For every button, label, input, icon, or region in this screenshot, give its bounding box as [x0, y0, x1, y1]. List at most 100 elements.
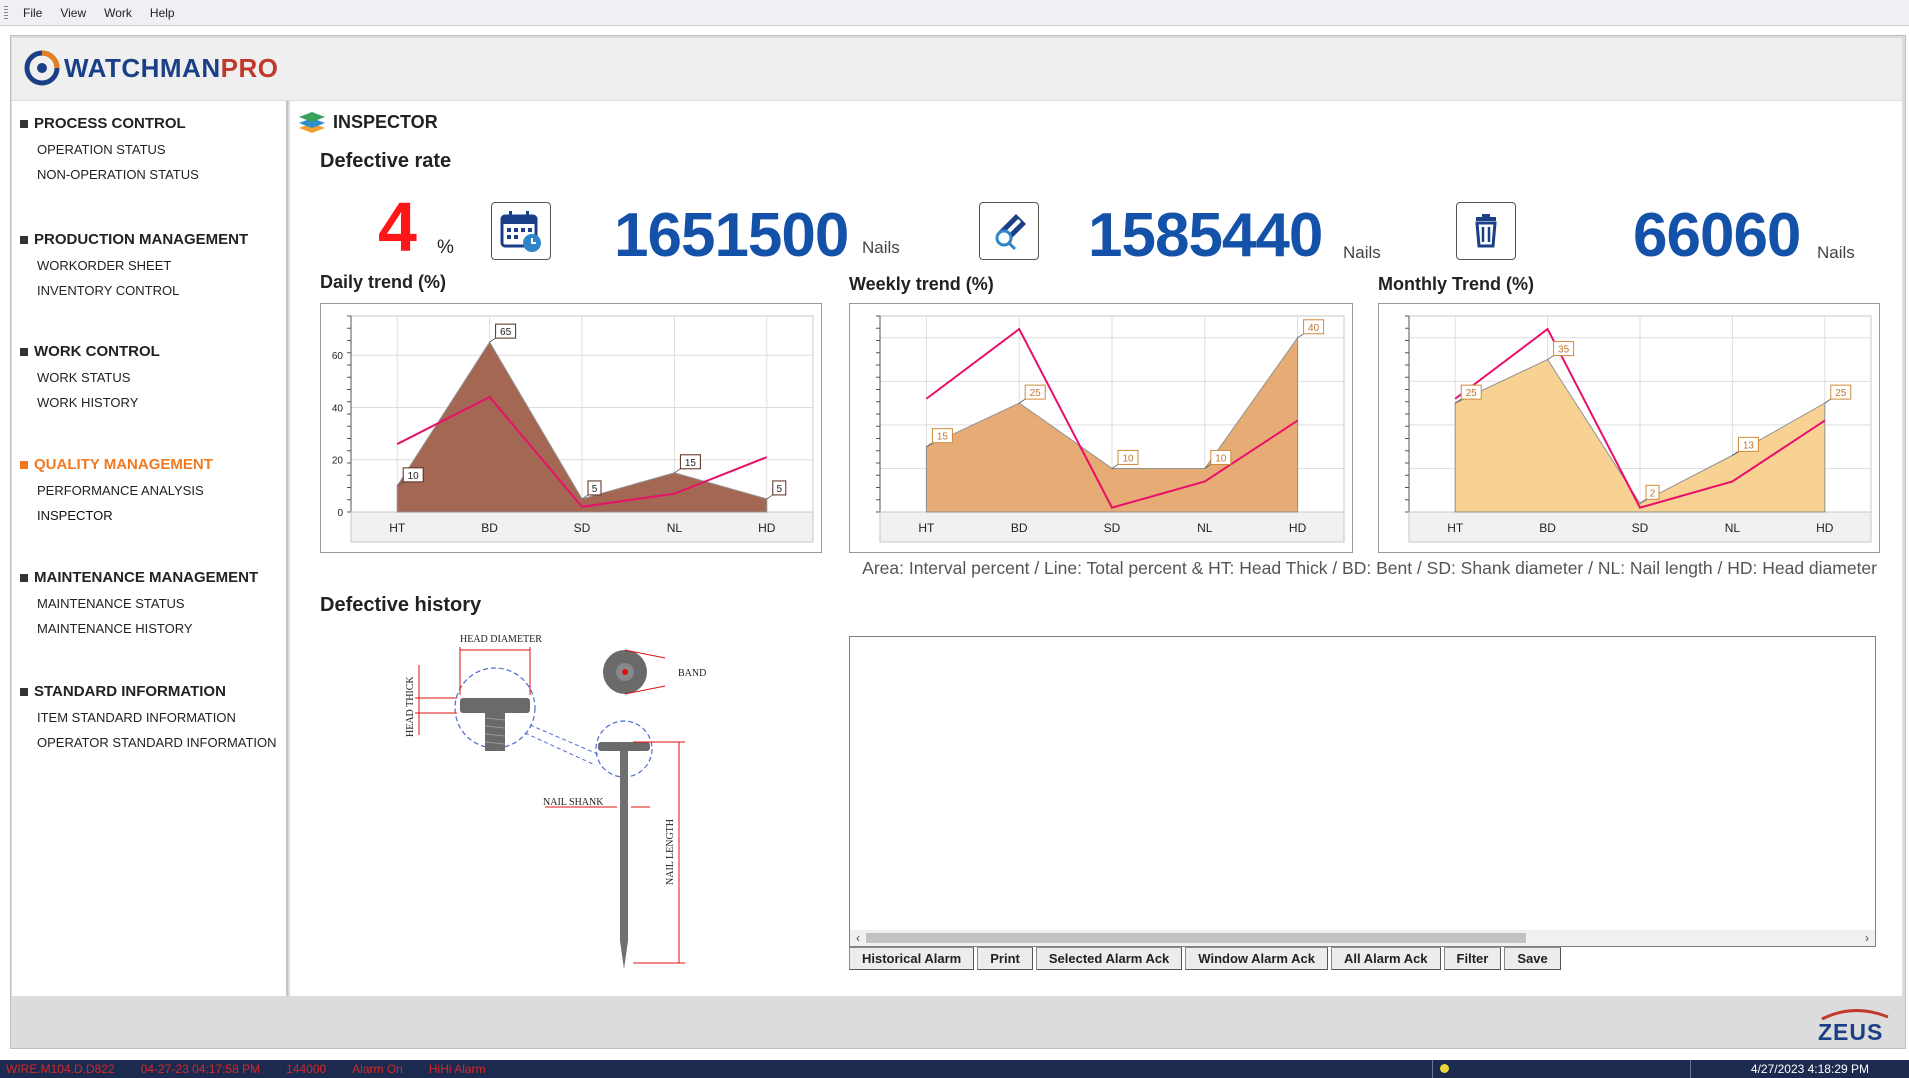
app-header	[12, 38, 1902, 100]
y-tick-label: 40	[332, 403, 344, 414]
status-state: Alarm On	[352, 1062, 403, 1076]
data-label-text: 15	[937, 432, 949, 443]
scroll-right-icon[interactable]: ›	[1859, 930, 1875, 946]
sidebar: PROCESS CONTROL OPERATION STATUS NON-OPE…	[12, 101, 288, 996]
section-label: WORK CONTROL	[34, 343, 160, 360]
x-tick-label: HT	[389, 521, 406, 535]
historical-alarm-button[interactable]: Historical Alarm	[849, 947, 975, 970]
sidebar-section-production-management: PRODUCTION MANAGEMENT WORKORDER SHEET IN…	[20, 231, 248, 298]
square-bullet-icon	[20, 119, 28, 128]
filter-button[interactable]: Filter	[1443, 947, 1502, 970]
menu-view[interactable]: View	[51, 6, 95, 20]
defect-nails-value: 66060	[1633, 201, 1801, 270]
section-label: PRODUCTION MANAGEMENT	[34, 231, 249, 248]
x-tick-label: SD	[1104, 521, 1121, 535]
sidebar-section-title[interactable]: WORK CONTROL	[20, 343, 160, 360]
nail-diagram: HEAD DIAMETER HEAD THICK BAND NAIL SHANK…	[405, 634, 706, 969]
band-label: BAND	[678, 668, 706, 679]
data-label-text: 25	[1030, 388, 1042, 399]
defect-percent-value: 4	[378, 188, 417, 266]
daily-trend-chart: 10 65 5 15 5 HT BD SD NL HD 0 20 40 60	[320, 303, 822, 553]
zeus-logo: ZEUS	[1814, 1005, 1894, 1048]
chart-legend-text: Area: Interval percent / Line: Total per…	[862, 558, 1877, 578]
menu-work[interactable]: Work	[95, 6, 141, 20]
status-value: 144000	[286, 1062, 327, 1076]
nail-length-label: NAIL LENGTH	[665, 819, 676, 885]
all-alarm-ack-button[interactable]: All Alarm Ack	[1330, 947, 1441, 970]
menu-file[interactable]: File	[14, 6, 51, 20]
delete-button[interactable]	[1456, 202, 1516, 260]
x-tick-label: NL	[667, 521, 683, 535]
x-tick-label: HD	[1816, 521, 1834, 535]
status-indicator-icon	[1440, 1064, 1449, 1073]
defect-percent-sign: %	[437, 237, 454, 258]
status-divider	[1690, 1060, 1691, 1078]
sidebar-item-non-operation-status[interactable]: NON-OPERATION STATUS	[37, 167, 199, 182]
sidebar-item-work-status[interactable]: WORK STATUS	[37, 370, 160, 385]
sidebar-item-item-standard-information[interactable]: ITEM STANDARD INFORMATION	[37, 710, 277, 725]
y-tick-label: 0	[337, 508, 343, 519]
calendar-button[interactable]	[491, 202, 551, 260]
sidebar-item-maintenance-status[interactable]: MAINTENANCE STATUS	[37, 596, 258, 611]
head-thick-label: HEAD THICK	[405, 676, 416, 737]
y-tick-label: 60	[332, 351, 344, 362]
window-alarm-ack-button[interactable]: Window Alarm Ack	[1185, 947, 1328, 970]
calendar-clock-icon	[500, 211, 541, 252]
daily-trend-svg: 10 65 5 15 5 HT BD SD NL HD 0 20 40 60	[332, 315, 814, 543]
section-label: QUALITY MANAGEMENT	[34, 456, 213, 473]
total-nails-unit: Nails	[862, 238, 900, 257]
selected-alarm-ack-button[interactable]: Selected Alarm Ack	[1035, 947, 1183, 970]
save-button[interactable]: Save	[1504, 947, 1561, 970]
status-tag: WIRE.M104.D.D822	[6, 1062, 115, 1076]
defect-nails-unit: Nails	[1817, 243, 1855, 262]
status-bar: WIRE.M104.D.D822 04-27-23 04:17:58 PM 14…	[0, 1060, 1909, 1078]
x-tick-label: HT	[918, 521, 935, 535]
status-divider	[1432, 1060, 1433, 1078]
defective-rate-heading: Defective rate	[320, 150, 452, 172]
alarm-list-panel[interactable]: ‹ ›	[849, 636, 1876, 947]
monthly-trend-chart: 25 35 2 13 25 HT BD SD NL HD	[1378, 303, 1880, 553]
sidebar-section-standard-information: STANDARD INFORMATION ITEM STANDARD INFOR…	[20, 683, 277, 750]
logo-text-a: WATCHMAN	[64, 52, 221, 83]
sidebar-section-process-control: PROCESS CONTROL OPERATION STATUS NON-OPE…	[20, 115, 199, 182]
weekly-trend-svg: 15 25 10 10 40 HT BD SD NL HD	[876, 315, 1345, 543]
scroll-thumb[interactable]	[866, 933, 1526, 943]
horizontal-scrollbar[interactable]: ‹ ›	[850, 930, 1875, 946]
sidebar-item-workorder-sheet[interactable]: WORKORDER SHEET	[37, 258, 248, 273]
monthly-trend-svg: 25 35 2 13 25 HT BD SD NL HD	[1405, 315, 1872, 543]
sidebar-item-inspector[interactable]: INSPECTOR	[37, 508, 213, 523]
monthly-trend-title: Monthly Trend (%)	[1378, 274, 1534, 294]
square-bullet-icon	[20, 687, 28, 696]
inspect-button[interactable]	[979, 202, 1039, 260]
sidebar-item-maintenance-history[interactable]: MAINTENANCE HISTORY	[37, 621, 258, 636]
sidebar-section-title-active[interactable]: QUALITY MANAGEMENT	[20, 456, 213, 473]
data-label-text: 10	[408, 471, 420, 482]
sidebar-item-inventory-control[interactable]: INVENTORY CONTROL	[37, 283, 248, 298]
data-label-text: 5	[777, 484, 783, 495]
inspect-search-icon	[995, 214, 1026, 251]
menu-help[interactable]: Help	[141, 6, 184, 20]
x-tick-label: BD	[1539, 521, 1556, 535]
daily-trend-title: Daily trend (%)	[320, 272, 447, 292]
print-button[interactable]: Print	[977, 947, 1033, 970]
good-nails-value: 1585440	[1088, 201, 1323, 270]
x-tick-label: NL	[1725, 521, 1741, 535]
logo-text: WATCHMANPRO	[64, 53, 278, 84]
sidebar-item-operation-status[interactable]: OPERATION STATUS	[37, 142, 199, 157]
data-label-text: 25	[1835, 388, 1847, 399]
sidebar-section-title[interactable]: STANDARD INFORMATION	[20, 683, 277, 700]
zeus-logo-text: ZEUS	[1818, 1019, 1884, 1045]
y-tick-label: 20	[332, 456, 344, 467]
total-nails-value: 1651500	[614, 201, 849, 270]
layers-icon	[299, 112, 325, 133]
sidebar-item-operator-standard-information[interactable]: OPERATOR STANDARD INFORMATION	[37, 735, 277, 750]
data-label-text: 5	[592, 484, 598, 495]
trash-icon	[1475, 214, 1497, 248]
scroll-left-icon[interactable]: ‹	[850, 930, 866, 946]
sidebar-item-performance-analysis[interactable]: PERFORMANCE ANALYSIS	[37, 483, 213, 498]
sidebar-item-work-history[interactable]: WORK HISTORY	[37, 395, 160, 410]
x-tick-label: BD	[481, 521, 498, 535]
watchmanpro-logo: WATCHMANPRO	[24, 50, 278, 86]
sidebar-section-title[interactable]: PROCESS CONTROL	[20, 115, 199, 132]
sidebar-section-title[interactable]: PRODUCTION MANAGEMENT	[20, 231, 248, 248]
